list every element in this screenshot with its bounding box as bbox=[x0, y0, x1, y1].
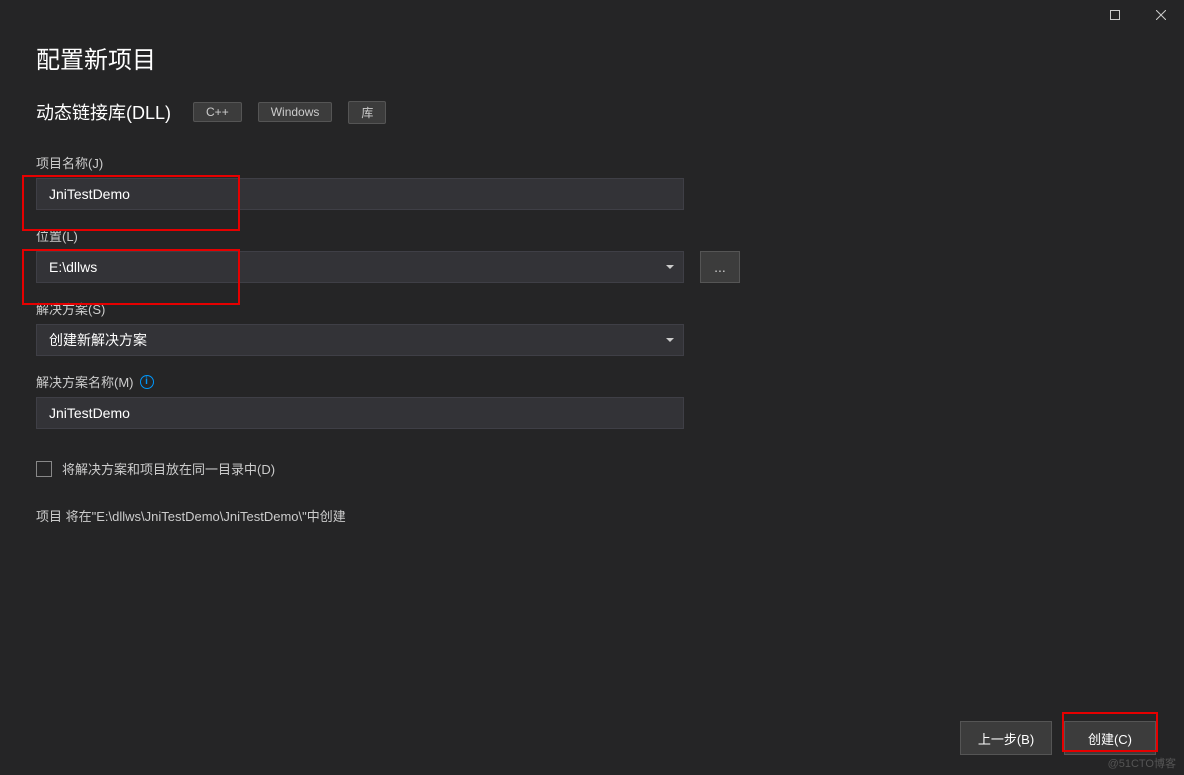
solution-label: 解决方案(S) bbox=[36, 299, 1148, 318]
solution-select-wrapper: 创建新解决方案 bbox=[36, 324, 684, 356]
subtitle-row: 动态链接库(DLL) C++ Windows 库 bbox=[36, 99, 1148, 125]
same-directory-row: 将解决方案和项目放在同一目录中(D) bbox=[36, 459, 1148, 478]
watermark: @51CTO博客 bbox=[1108, 755, 1176, 771]
project-name-section: 项目名称(J) bbox=[36, 153, 1148, 226]
tag-library: 库 bbox=[348, 101, 386, 124]
same-directory-label: 将解决方案和项目放在同一目录中(D) bbox=[62, 459, 275, 478]
browse-button[interactable]: ... bbox=[700, 251, 740, 283]
solution-name-input[interactable] bbox=[36, 397, 684, 429]
close-button[interactable] bbox=[1138, 0, 1184, 30]
main-content: 配置新项目 动态链接库(DLL) C++ Windows 库 项目名称(J) 位… bbox=[0, 30, 1184, 525]
info-icon[interactable]: i bbox=[140, 375, 154, 389]
tag-windows: Windows bbox=[258, 102, 333, 122]
project-name-label: 项目名称(J) bbox=[36, 153, 1148, 172]
maximize-button[interactable] bbox=[1092, 0, 1138, 30]
chevron-down-icon bbox=[666, 338, 674, 342]
location-section: 位置(L) E:\dllws ... bbox=[36, 226, 1148, 283]
project-name-input[interactable] bbox=[36, 178, 684, 210]
back-button[interactable]: 上一步(B) bbox=[960, 721, 1052, 755]
path-info-text: 项目 将在"E:\dllws\JniTestDemo\JniTestDemo\"… bbox=[36, 506, 1148, 525]
same-directory-checkbox[interactable] bbox=[36, 461, 52, 477]
location-input[interactable]: E:\dllws bbox=[36, 251, 684, 283]
solution-name-label: 解决方案名称(M) i bbox=[36, 372, 1148, 391]
solution-value: 创建新解决方案 bbox=[49, 330, 147, 350]
location-value: E:\dllws bbox=[49, 259, 97, 275]
close-icon bbox=[1156, 10, 1166, 20]
titlebar bbox=[0, 0, 1184, 30]
footer-buttons: 上一步(B) 创建(C) bbox=[960, 721, 1156, 755]
tag-cpp: C++ bbox=[193, 102, 242, 122]
project-type-subtitle: 动态链接库(DLL) bbox=[36, 99, 171, 125]
maximize-icon bbox=[1110, 10, 1120, 20]
create-button[interactable]: 创建(C) bbox=[1064, 721, 1156, 755]
solution-name-label-text: 解决方案名称(M) bbox=[36, 372, 134, 391]
solution-select[interactable]: 创建新解决方案 bbox=[36, 324, 684, 356]
location-select-wrapper: E:\dllws bbox=[36, 251, 684, 283]
solution-name-section: 解决方案名称(M) i bbox=[36, 372, 1148, 445]
location-label: 位置(L) bbox=[36, 226, 1148, 245]
page-title: 配置新项目 bbox=[36, 40, 1148, 75]
chevron-down-icon bbox=[666, 265, 674, 269]
solution-section: 解决方案(S) 创建新解决方案 bbox=[36, 299, 1148, 356]
